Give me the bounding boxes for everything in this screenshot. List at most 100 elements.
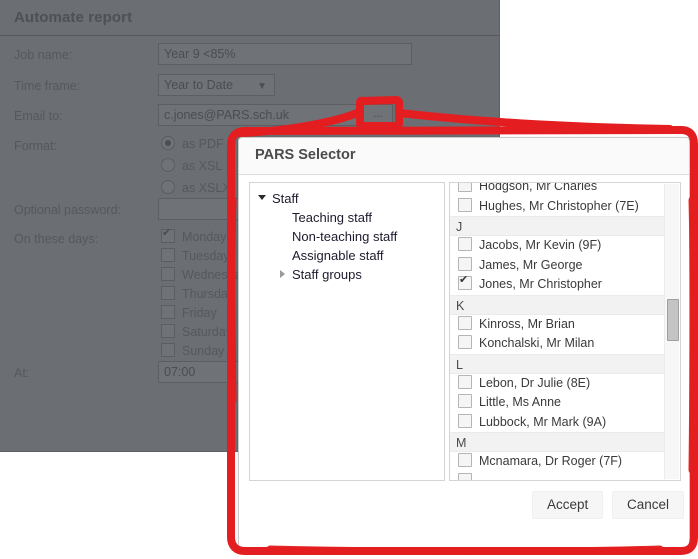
tree-item-assignable-staff-label: Assignable staff bbox=[292, 248, 384, 263]
list-item-label: Jacobs, Mr Kevin (9F) bbox=[479, 238, 602, 252]
day-checkbox-saturday[interactable]: Saturday bbox=[161, 324, 232, 339]
tree-item-non-teaching-staff[interactable]: Non-teaching staff bbox=[250, 227, 444, 246]
list-item-label: Lebon, Dr Julie (8E) bbox=[479, 375, 591, 390]
list-scrollbar-thumb[interactable] bbox=[667, 299, 679, 341]
tree-item-staff-label: Staff bbox=[272, 191, 299, 206]
list-item[interactable]: Lebon, Dr Julie (8E) bbox=[450, 374, 665, 394]
checkbox-icon[interactable] bbox=[458, 197, 472, 212]
day-checkbox-tuesday[interactable]: Tuesday bbox=[161, 248, 229, 263]
list-item-selected[interactable]: Jones, Mr Christopher bbox=[450, 273, 665, 295]
staff-name-list-panel[interactable]: Hodgson, Mr Charles Hughes, Mr Christoph… bbox=[449, 182, 681, 481]
chevron-down-icon: ▼ bbox=[257, 81, 267, 92]
radio-icon-xsl bbox=[161, 158, 175, 172]
tree-item-assignable-staff[interactable]: Assignable staff bbox=[250, 246, 444, 265]
list-item[interactable]: Kinross, Mr Brian bbox=[450, 315, 665, 335]
tree-item-staff-groups[interactable]: Staff groups bbox=[250, 265, 444, 284]
list-item[interactable]: Lubbock, Mr Mark (9A) bbox=[450, 413, 665, 433]
day-label-thursday: Thursday bbox=[182, 287, 235, 301]
list-scrollbar[interactable] bbox=[664, 184, 679, 479]
list-item-label: Kinross, Mr Brian bbox=[479, 316, 575, 331]
job-name-label: Job name: bbox=[14, 48, 73, 62]
dialog-title: PARS Selector bbox=[255, 147, 356, 163]
list-item[interactable]: Hodgson, Mr Charles bbox=[450, 182, 665, 197]
list-group-header: J bbox=[450, 216, 665, 236]
checkbox-icon[interactable] bbox=[458, 315, 472, 330]
email-browse-button[interactable]: ... bbox=[363, 104, 393, 126]
day-checkbox-sunday[interactable]: Sunday bbox=[161, 343, 224, 358]
format-option-xslx[interactable]: as XSLX bbox=[161, 180, 231, 195]
list-item[interactable]: Little, Ms Anne bbox=[450, 393, 665, 413]
checkbox-icon[interactable] bbox=[458, 472, 472, 480]
tree-item-teaching-staff-label: Teaching staff bbox=[292, 210, 372, 225]
checkbox-icon-tuesday bbox=[161, 248, 175, 262]
checkbox-icon[interactable] bbox=[458, 453, 472, 467]
list-group-header: K bbox=[450, 294, 665, 315]
tree-item-staff-groups-label: Staff groups bbox=[292, 267, 362, 282]
cancel-button[interactable]: Cancel bbox=[612, 491, 685, 519]
day-label-tuesday: Tuesday bbox=[182, 249, 230, 263]
format-option-xsl-label: as XSL bbox=[182, 159, 223, 173]
checkbox-icon[interactable] bbox=[458, 183, 472, 192]
format-label: Format: bbox=[14, 139, 58, 153]
at-label: At: bbox=[14, 366, 30, 380]
staff-name-list: Hodgson, Mr Charles Hughes, Mr Christoph… bbox=[450, 182, 665, 480]
day-label-monday: Monday bbox=[182, 230, 227, 244]
day-label-friday: Friday bbox=[182, 306, 217, 320]
chevron-right-icon[interactable] bbox=[280, 270, 285, 278]
accept-button[interactable]: Accept bbox=[532, 491, 604, 519]
tree-item-non-teaching-staff-label: Non-teaching staff bbox=[292, 229, 398, 244]
checkbox-icon[interactable] bbox=[458, 256, 472, 271]
chevron-down-icon[interactable] bbox=[258, 195, 266, 200]
list-item-label: James, Mr George bbox=[479, 257, 583, 272]
list-item-label: Mcnamara, Dr Roger (7F) bbox=[479, 454, 623, 468]
staff-tree-panel[interactable]: Staff Teaching staff Non-teaching staff … bbox=[249, 182, 445, 481]
time-frame-select[interactable]: Year to Date ▼ bbox=[158, 74, 275, 96]
checkbox-icon-sunday bbox=[161, 343, 175, 357]
radio-icon-pdf bbox=[161, 136, 175, 150]
checkbox-icon[interactable] bbox=[458, 413, 472, 428]
checkbox-icon[interactable] bbox=[458, 335, 472, 349]
email-to-label: Email to: bbox=[14, 109, 63, 123]
list-item[interactable] bbox=[450, 472, 665, 480]
day-label-saturday: Saturday bbox=[182, 325, 233, 339]
list-item[interactable]: Konchalski, Mr Milan bbox=[450, 334, 665, 354]
day-checkbox-monday[interactable]: Monday bbox=[161, 227, 227, 244]
list-item[interactable]: Mcnamara, Dr Roger (7F) bbox=[450, 452, 665, 472]
email-to-input[interactable]: c.jones@PARS.sch.uk bbox=[158, 104, 358, 126]
on-these-days-label: On these days: bbox=[14, 232, 99, 246]
day-checkbox-wednesday[interactable]: Wednesday bbox=[161, 267, 248, 282]
page-title: Automate report bbox=[14, 9, 133, 26]
checkbox-icon-checked[interactable] bbox=[458, 273, 472, 290]
list-item[interactable]: Hughes, Mr Christopher (7E) bbox=[450, 197, 665, 217]
screen-root: Automate report Job name: Year 9 <85% Ti… bbox=[0, 0, 698, 559]
list-item[interactable]: James, Mr George bbox=[450, 256, 665, 276]
checkbox-icon[interactable] bbox=[458, 394, 472, 408]
checkbox-icon-friday bbox=[161, 305, 175, 319]
checkbox-icon-thursday bbox=[161, 286, 175, 300]
window-titlebar: Automate report bbox=[0, 0, 500, 36]
day-label-sunday: Sunday bbox=[182, 344, 225, 358]
tree-item-teaching-staff[interactable]: Teaching staff bbox=[250, 208, 444, 227]
list-group-header: L bbox=[450, 353, 665, 374]
format-option-xsl[interactable]: as XSL bbox=[161, 158, 222, 173]
optional-password-label: Optional password: bbox=[14, 203, 122, 217]
list-item-label: Hodgson, Mr Charles bbox=[479, 182, 598, 193]
time-frame-label: Time frame: bbox=[14, 79, 81, 93]
time-frame-value: Year to Date bbox=[164, 78, 234, 92]
checkbox-icon-wednesday bbox=[161, 267, 175, 281]
day-checkbox-friday[interactable]: Friday bbox=[161, 305, 217, 320]
checkbox-icon-monday bbox=[161, 227, 175, 243]
checkbox-icon[interactable] bbox=[458, 374, 472, 389]
format-option-xslx-label: as XSLX bbox=[182, 181, 231, 195]
list-item-label: Jones, Mr Christopher bbox=[479, 277, 602, 291]
list-item-label: Lubbock, Mr Mark (9A) bbox=[479, 414, 607, 429]
checkbox-icon[interactable] bbox=[458, 237, 472, 251]
format-option-pdf[interactable]: as PDF bbox=[161, 136, 224, 151]
job-name-input[interactable]: Year 9 <85% bbox=[158, 43, 412, 65]
day-checkbox-thursday[interactable]: Thursday bbox=[161, 286, 234, 301]
radio-icon-xslx bbox=[161, 180, 175, 194]
checkbox-icon-saturday bbox=[161, 324, 175, 338]
pars-selector-dialog: PARS Selector Staff Teaching staff Non-t… bbox=[238, 137, 690, 548]
list-item[interactable]: Jacobs, Mr Kevin (9F) bbox=[450, 236, 665, 256]
tree-item-staff[interactable]: Staff bbox=[250, 189, 444, 208]
